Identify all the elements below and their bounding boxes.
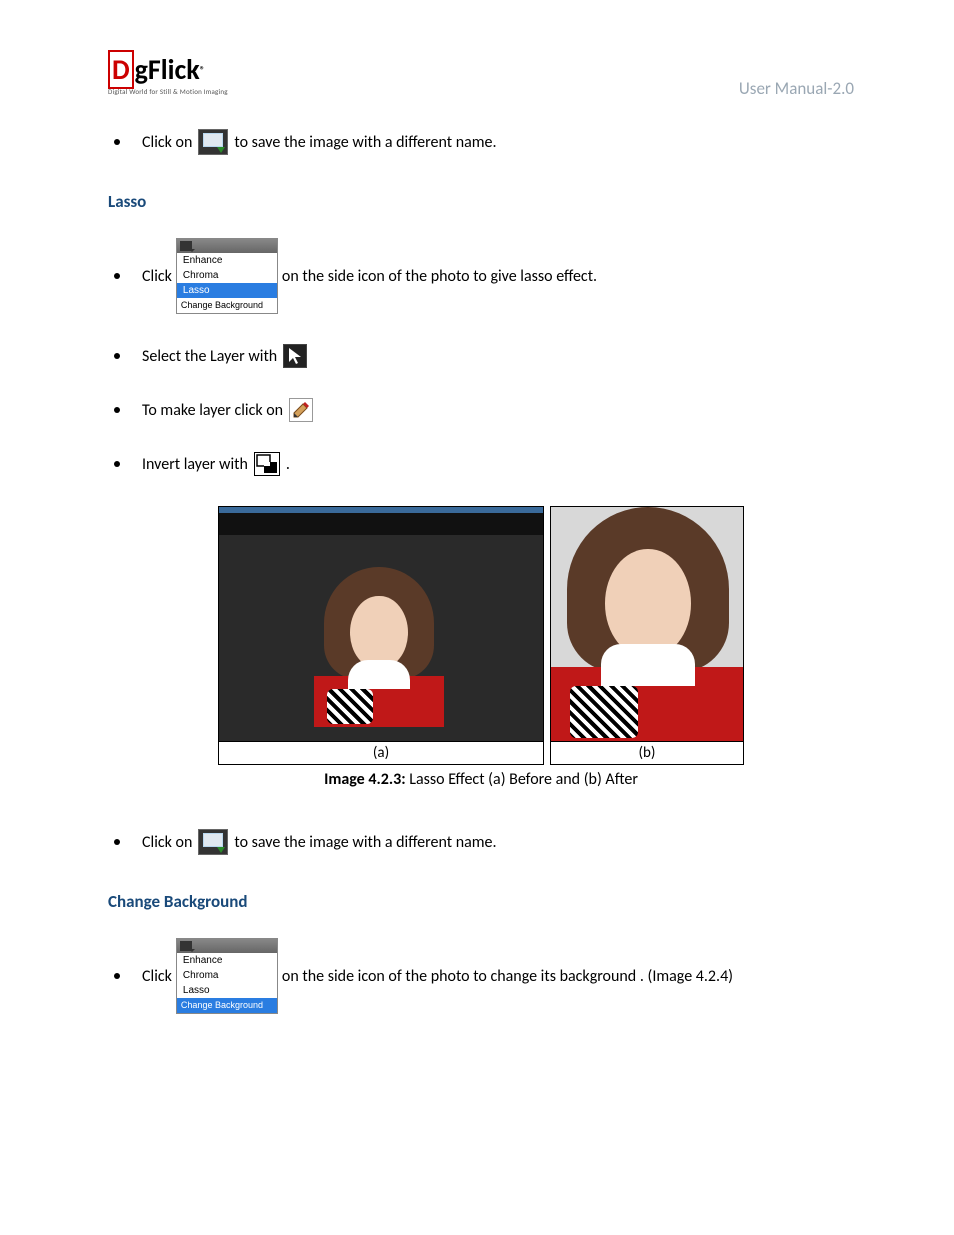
bullet-icon: [114, 839, 120, 845]
list-item: Click Enhance Chroma Lasso Change Backgr…: [108, 238, 854, 314]
list-item: Select the Layer with: [108, 344, 854, 368]
header-version: User Manual-2.0: [739, 78, 854, 99]
logo-rest: gFlick: [135, 52, 200, 87]
list-item: Click Enhance Chroma Lasso Change Backgr…: [108, 938, 854, 1014]
logo: DgFlick® Digital World for Still & Motio…: [108, 50, 228, 96]
list-item-content: Click Enhance Chroma Lasso Change Backgr…: [142, 238, 597, 314]
figure-caption: Image 4.2.3: Lasso Effect (a) Before and…: [108, 770, 854, 789]
figure-label-a: (a): [218, 742, 544, 765]
figure-image-after: [550, 506, 744, 742]
menu-item-lasso: Lasso: [177, 983, 277, 998]
figure-image-before: [218, 506, 544, 742]
text: on the side icon of the photo to change …: [282, 967, 733, 986]
list-item-content: Click on to save the image with a differ…: [142, 829, 497, 855]
list-item-content: Click Enhance Chroma Lasso Change Backgr…: [142, 938, 733, 1014]
list-item-content: Select the Layer with: [142, 344, 313, 368]
text: to save the image with a different name.: [234, 833, 496, 852]
bullet-icon: [114, 139, 120, 145]
logo-d: D: [108, 50, 134, 89]
text: Click on: [142, 133, 192, 152]
text: on the side icon of the photo to give la…: [282, 267, 597, 286]
figure-row: (a) (b): [108, 506, 854, 765]
section-title-lasso: Lasso: [108, 191, 854, 212]
menu-item-enhance: Enhance: [177, 253, 277, 268]
bullet-icon: [114, 461, 120, 467]
save-as-icon: [198, 129, 228, 155]
menu-header-icon: [180, 241, 192, 251]
menu-item-enhance: Enhance: [177, 953, 277, 968]
menu-header: [177, 239, 277, 253]
menu-item-change-background: Change Background: [177, 298, 277, 313]
bullet-icon: [114, 353, 120, 359]
page-header: DgFlick® Digital World for Still & Motio…: [108, 50, 854, 99]
menu-item-lasso: Lasso: [177, 283, 277, 298]
text: Click: [142, 967, 172, 986]
bullet-icon: [114, 973, 120, 979]
text: Invert layer with: [142, 455, 248, 474]
context-menu-screenshot: Enhance Chroma Lasso Change Background: [176, 938, 278, 1014]
figure-caption-bold: Image 4.2.3:: [324, 770, 406, 789]
bullet-list-mid: Click on to save the image with a differ…: [108, 829, 854, 855]
list-item: Invert layer with .: [108, 452, 854, 476]
bullet-list-lasso: Click Enhance Chroma Lasso Change Backgr…: [108, 238, 854, 476]
bullet-list-top: Click on to save the image with a differ…: [108, 129, 854, 155]
save-as-icon: [198, 829, 228, 855]
list-item-content: To make layer click on: [142, 398, 319, 422]
logo-text: DgFlick®: [108, 50, 228, 89]
text: Select the Layer with: [142, 347, 277, 366]
document-page: DgFlick® Digital World for Still & Motio…: [0, 0, 954, 1104]
list-item: Click on to save the image with a differ…: [108, 829, 854, 855]
text: .: [286, 455, 290, 474]
figure-label-b: (b): [550, 742, 744, 765]
figure-caption-text: Lasso Effect (a) Before and (b) After: [406, 770, 638, 789]
list-item-content: Invert layer with .: [142, 452, 290, 476]
bullet-list-changebg: Click Enhance Chroma Lasso Change Backgr…: [108, 938, 854, 1014]
bullet-icon: [114, 407, 120, 413]
context-menu-screenshot: Enhance Chroma Lasso Change Background: [176, 238, 278, 314]
text: To make layer click on: [142, 401, 283, 420]
list-item: Click on to save the image with a differ…: [108, 129, 854, 155]
menu-header-icon: [180, 941, 192, 951]
logo-registered: ®: [200, 63, 205, 76]
section-title-change-background: Change Background: [108, 891, 854, 912]
menu-header: [177, 939, 277, 953]
bullet-icon: [114, 273, 120, 279]
text: Click on: [142, 833, 192, 852]
arrow-cursor-icon: [283, 344, 307, 368]
figure-cell-b: (b): [550, 506, 744, 765]
menu-item-chroma: Chroma: [177, 268, 277, 283]
text: Click: [142, 267, 172, 286]
menu-item-chroma: Chroma: [177, 968, 277, 983]
figure-cell-a: (a): [218, 506, 544, 765]
text: to save the image with a different name.: [234, 133, 496, 152]
invert-layer-icon: [254, 452, 280, 476]
menu-item-change-background: Change Background: [177, 998, 277, 1013]
list-item: To make layer click on: [108, 398, 854, 422]
list-item-content: Click on to save the image with a differ…: [142, 129, 497, 155]
pen-tool-icon: [289, 398, 313, 422]
